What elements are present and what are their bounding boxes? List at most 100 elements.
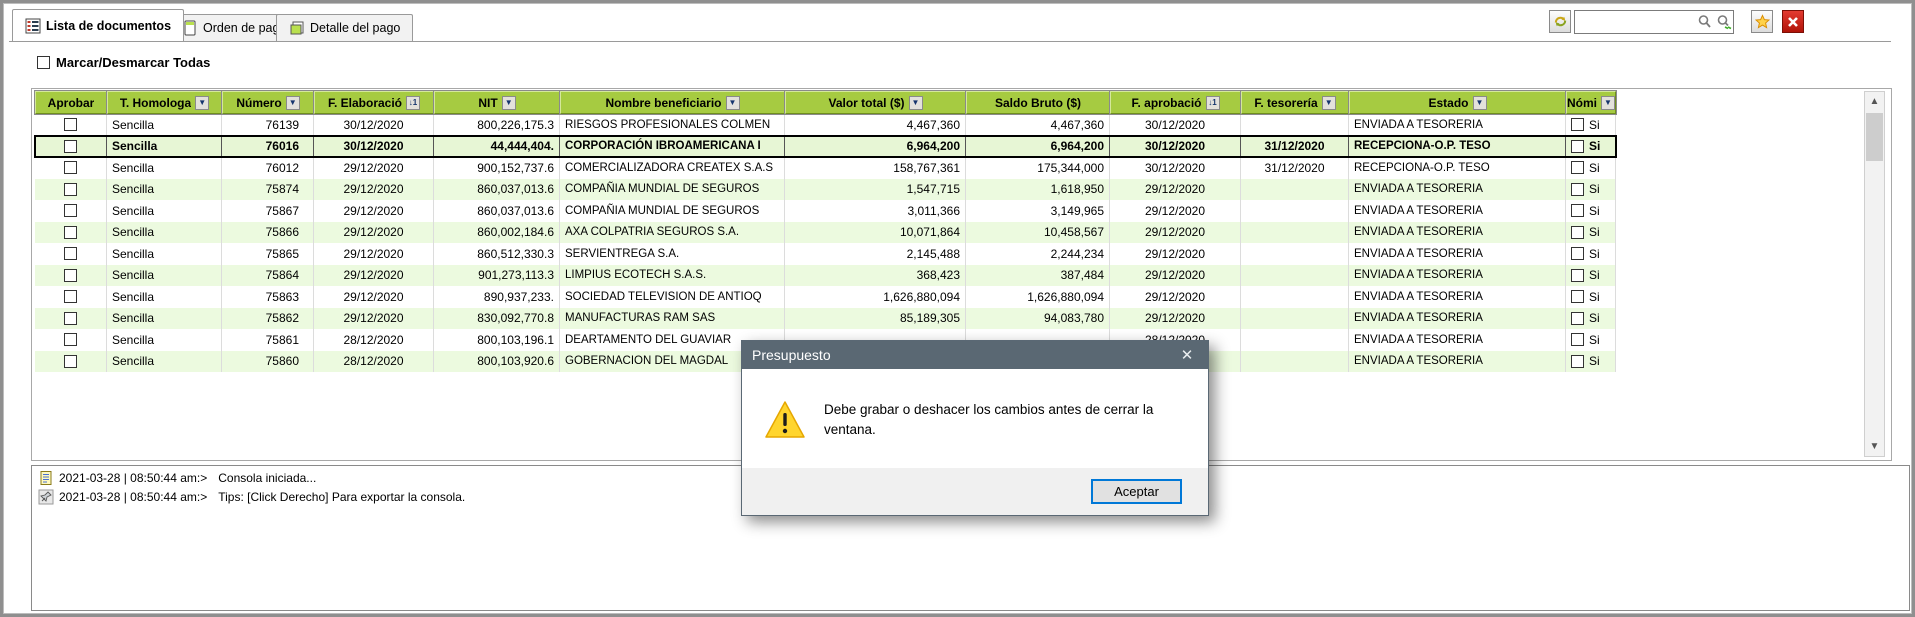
row-homologa-cell: Sencilla: [107, 308, 222, 330]
row-estado-cell: ENVIADA A TESORERIA: [1349, 200, 1566, 222]
filter-dropdown-icon[interactable]: ▼: [1601, 96, 1615, 110]
column-header-aprobar[interactable]: Aprobar: [35, 91, 107, 114]
nomina-checkbox[interactable]: [1571, 226, 1584, 239]
nomina-checkbox[interactable]: [1571, 269, 1584, 282]
table-row[interactable]: Sencilla7601229/12/2020900,152,737.6COME…: [35, 157, 1616, 179]
row-homologa-cell: Sencilla: [107, 265, 222, 287]
row-nomina-cell: Si: [1566, 351, 1616, 373]
filter-dropdown-icon[interactable]: ▼: [286, 96, 300, 110]
table-row[interactable]: Sencilla7586429/12/2020901,273,113.3LIMP…: [35, 265, 1616, 287]
nomina-checkbox[interactable]: [1571, 312, 1584, 325]
row-numero-cell: 76016: [222, 136, 314, 158]
approve-checkbox[interactable]: [64, 269, 77, 282]
row-numero-cell: 75874: [222, 179, 314, 201]
table-row[interactable]: Sencilla7586529/12/2020860,512,330.3SERV…: [35, 243, 1616, 265]
nomina-value: Si: [1589, 354, 1600, 368]
nomina-checkbox[interactable]: [1571, 161, 1584, 174]
tab-lista-de-documentos[interactable]: Lista de documentos: [12, 9, 184, 41]
filter-dropdown-icon[interactable]: ▼: [909, 96, 923, 110]
aceptar-button[interactable]: Aceptar: [1091, 479, 1182, 504]
column-header-t-homologa[interactable]: T. Homologa▼: [107, 91, 222, 114]
nomina-checkbox[interactable]: [1571, 247, 1584, 260]
column-header-nit[interactable]: NIT▼: [434, 91, 560, 114]
nomina-checkbox[interactable]: [1571, 118, 1584, 131]
search-input[interactable]: [1574, 10, 1734, 34]
filter-dropdown-icon[interactable]: ▼: [1473, 96, 1487, 110]
nomina-checkbox[interactable]: [1571, 290, 1584, 303]
column-header-label: Valor total ($): [828, 96, 904, 110]
approve-checkbox[interactable]: [64, 355, 77, 368]
approve-checkbox[interactable]: [64, 312, 77, 325]
approve-checkbox[interactable]: [64, 161, 77, 174]
filter-dropdown-icon[interactable]: ▼: [502, 96, 516, 110]
row-f-aprobacion-cell: 29/12/2020: [1110, 200, 1241, 222]
table-row[interactable]: Sencilla7586729/12/2020860,037,013.6COMP…: [35, 200, 1616, 222]
filter-dropdown-icon[interactable]: ▼: [726, 96, 740, 110]
row-f-tesoreria-cell: [1241, 329, 1349, 351]
row-f-aprobacion-cell: 29/12/2020: [1110, 222, 1241, 244]
nomina-checkbox[interactable]: [1571, 355, 1584, 368]
favorite-button[interactable]: [1751, 10, 1773, 33]
filter-dropdown-icon[interactable]: ▼: [1322, 96, 1336, 110]
column-header-estado[interactable]: Estado▼: [1349, 91, 1566, 114]
row-homologa-cell: Sencilla: [107, 351, 222, 373]
nomina-checkbox[interactable]: [1571, 183, 1584, 196]
table-row[interactable]: Sencilla7587429/12/2020860,037,013.6COMP…: [35, 179, 1616, 201]
nomina-checkbox[interactable]: [1571, 333, 1584, 346]
row-f-tesoreria-cell: [1241, 243, 1349, 265]
row-valor-total-cell: 368,423: [785, 265, 966, 287]
column-header-n-mero[interactable]: Número▼: [222, 91, 314, 114]
row-f-elaboracion-cell: 30/12/2020: [314, 136, 434, 158]
table-row[interactable]: Sencilla7601630/12/202044,444,404.CORPOR…: [35, 136, 1616, 158]
column-header-saldo-bruto-[interactable]: Saldo Bruto ($): [966, 91, 1110, 114]
column-header-n-min[interactable]: Nómin▼: [1566, 91, 1616, 114]
approve-checkbox[interactable]: [64, 247, 77, 260]
filter-dropdown-icon[interactable]: ▼: [195, 96, 209, 110]
table-row[interactable]: Sencilla7586329/12/2020890,937,233.SOCIE…: [35, 286, 1616, 308]
approve-checkbox[interactable]: [64, 333, 77, 346]
dialog-titlebar[interactable]: Presupuesto ✕: [742, 341, 1208, 369]
column-header-valor-total-[interactable]: Valor total ($) ▼: [785, 91, 966, 114]
column-header-label: Aprobar: [48, 96, 95, 110]
column-header-f-aprobaci-[interactable]: F. aprobació↓1: [1110, 91, 1241, 114]
approve-checkbox[interactable]: [64, 140, 77, 153]
row-approve-cell: [35, 200, 107, 222]
row-nombre-cell: MANUFACTURAS RAM SAS: [560, 308, 785, 330]
sort-icon[interactable]: ↓1: [1206, 96, 1220, 110]
row-saldo-bruto-cell: 1,618,950: [966, 179, 1110, 201]
row-nit-cell: 800,103,920.6: [434, 351, 560, 373]
scroll-down-arrow-icon[interactable]: ▼: [1865, 437, 1884, 456]
approve-checkbox[interactable]: [64, 118, 77, 131]
row-numero-cell: 75865: [222, 243, 314, 265]
close-window-button[interactable]: [1782, 10, 1804, 33]
table-row[interactable]: Sencilla7586229/12/2020830,092,770.8MANU…: [35, 308, 1616, 330]
dialog-message: Debe grabar o deshacer los cambios antes…: [824, 400, 1159, 439]
vertical-scrollbar-thumb[interactable]: [1866, 113, 1883, 161]
row-f-tesoreria-cell: [1241, 200, 1349, 222]
nomina-checkbox[interactable]: [1571, 140, 1584, 153]
row-f-aprobacion-cell: 29/12/2020: [1110, 243, 1241, 265]
nomina-value: Si: [1589, 225, 1600, 239]
note-icon: [289, 20, 305, 36]
refresh-button[interactable]: [1549, 10, 1571, 33]
column-header-f-elaboraci-[interactable]: F. Elaboració↓1: [314, 91, 434, 114]
approve-checkbox[interactable]: [64, 183, 77, 196]
sort-icon[interactable]: ↓1: [406, 96, 420, 110]
approve-checkbox[interactable]: [64, 226, 77, 239]
vertical-scrollbar[interactable]: ▲ ▼: [1864, 91, 1885, 457]
dialog-close-icon[interactable]: ✕: [1166, 341, 1208, 369]
tab-label: Orden de pago: [203, 21, 286, 35]
column-header-f-tesorer-a[interactable]: F. tesorería▼: [1241, 91, 1349, 114]
approve-checkbox[interactable]: [64, 204, 77, 217]
table-row[interactable]: Sencilla7586629/12/2020860,002,184.6AXA …: [35, 222, 1616, 244]
column-header-nombre-beneficiario[interactable]: Nombre beneficiario▼: [560, 91, 785, 114]
row-estado-cell: ENVIADA A TESORERIA: [1349, 265, 1566, 287]
scroll-up-arrow-icon[interactable]: ▲: [1865, 92, 1884, 111]
row-nomina-cell: Si: [1566, 308, 1616, 330]
select-all-checkbox[interactable]: [37, 56, 50, 69]
tab-detalle-del-pago[interactable]: Detalle del pago: [276, 14, 413, 41]
table-row[interactable]: Sencilla7613930/12/2020800,226,175.3RIES…: [35, 114, 1616, 136]
approve-checkbox[interactable]: [64, 290, 77, 303]
nomina-checkbox[interactable]: [1571, 204, 1584, 217]
row-estado-cell: ENVIADA A TESORERIA: [1349, 351, 1566, 373]
